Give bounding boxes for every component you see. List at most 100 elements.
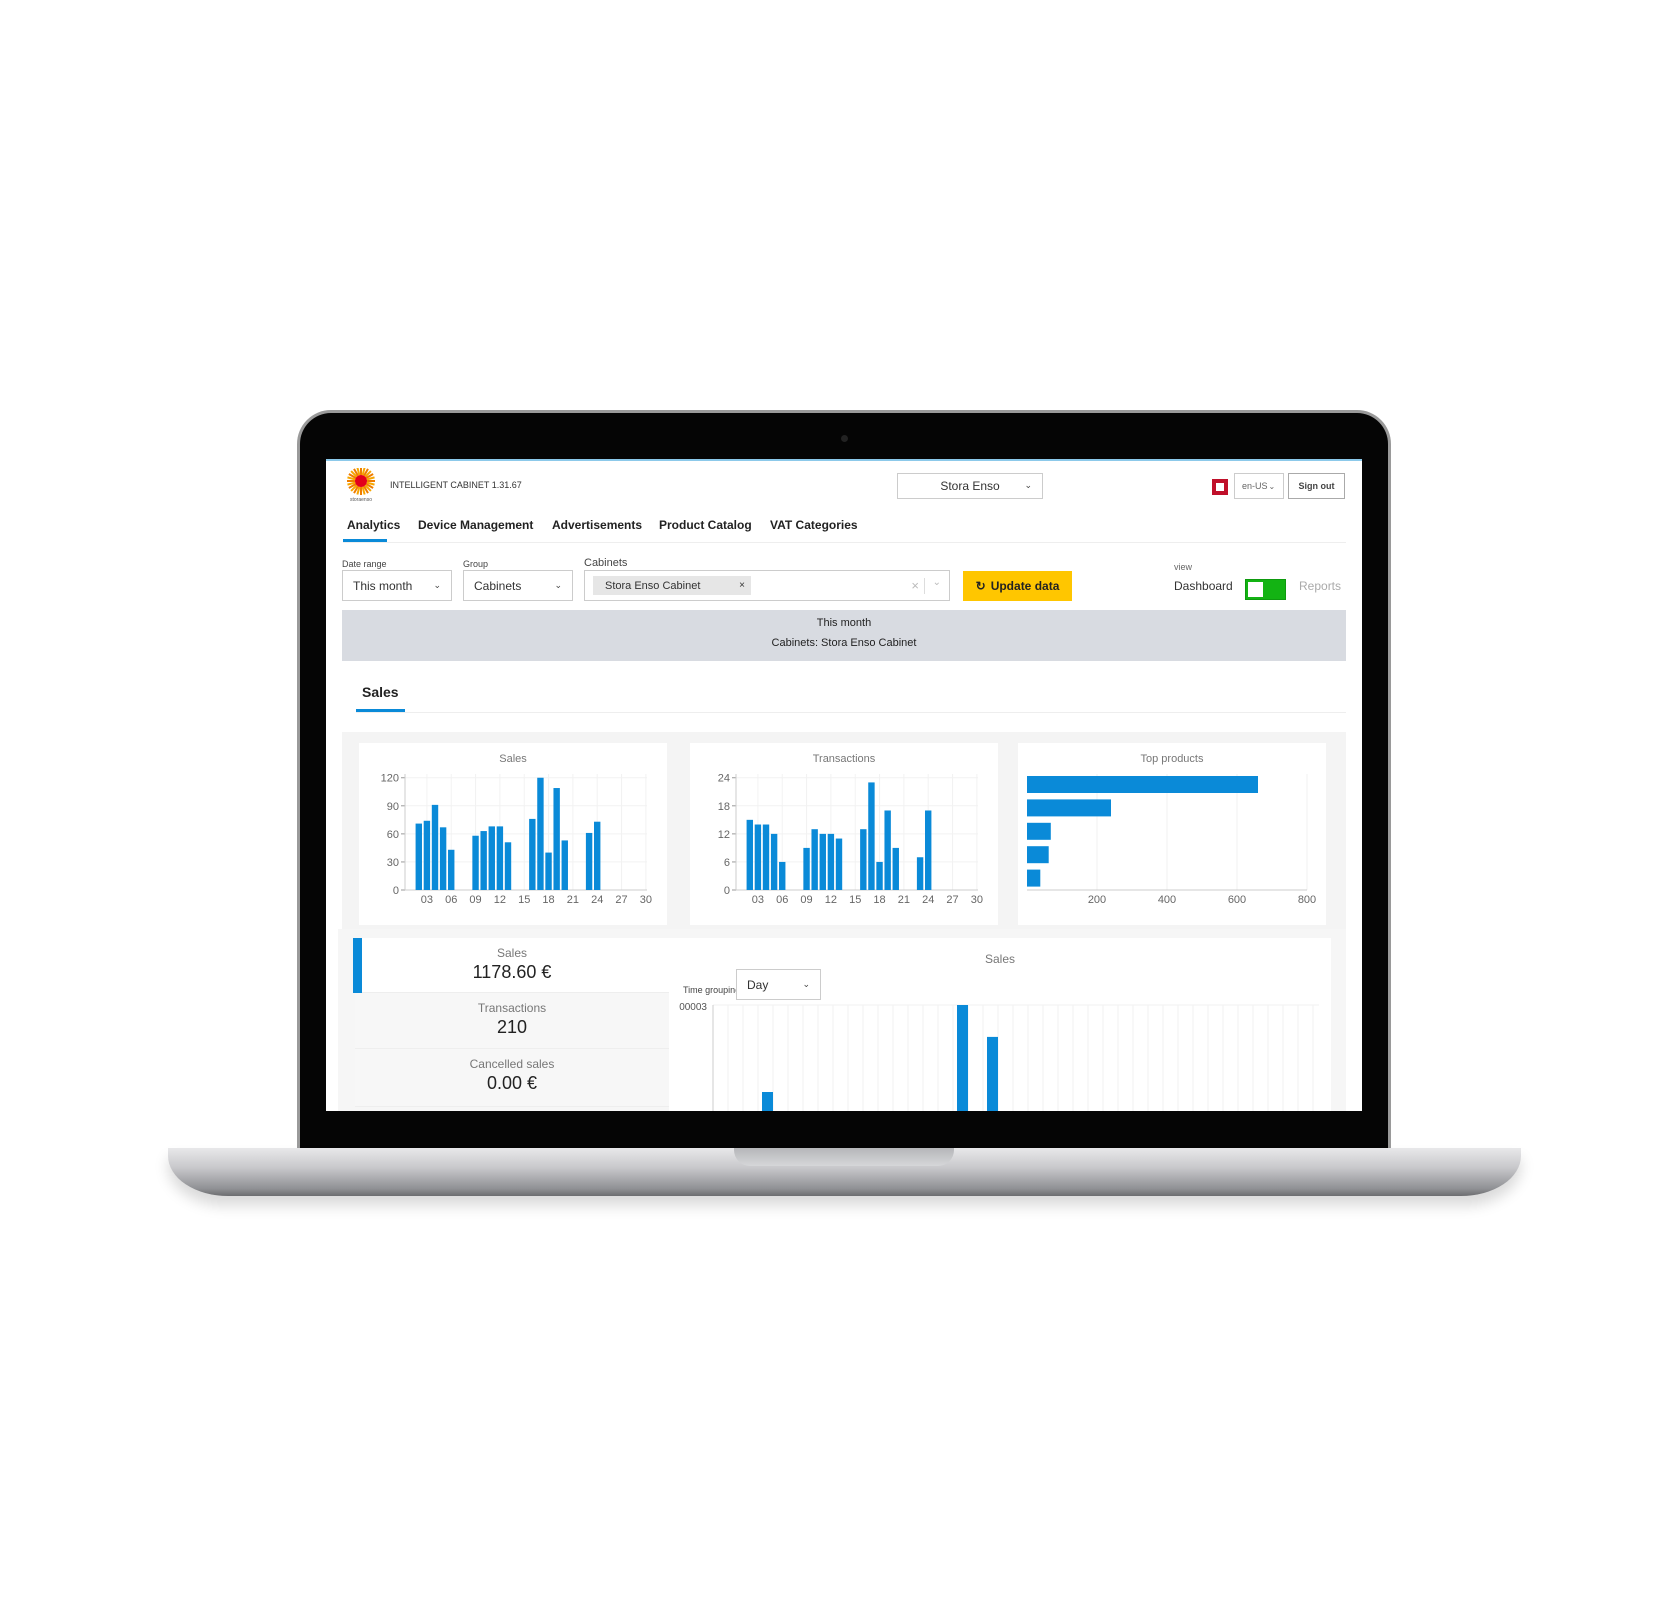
view-dashboard-label[interactable]: Dashboard [1174,579,1233,593]
bar [553,788,560,890]
tab-sales[interactable]: Sales [362,684,399,700]
bar [1027,822,1051,840]
bar [884,810,891,890]
y-tick-label: 18 [718,801,730,813]
x-tick-label: 200 [1088,894,1106,906]
bar [480,831,487,890]
x-tick-label: 18 [542,894,554,906]
group-label: Group [463,559,489,569]
x-tick-label: 03 [421,894,433,906]
bar [1027,799,1111,817]
detail-title: Sales [984,952,1016,966]
y-tick-label: 0 [724,885,730,897]
y-tick-label: 6 [724,857,730,869]
bar [1027,776,1258,793]
chevron-down-icon[interactable]: ⌄ [933,577,941,588]
remove-chip-icon[interactable]: × [739,580,745,591]
update-data-button[interactable]: ↻ Update data [963,571,1072,601]
cabinets-multiselect[interactable]: Stora Enso Cabinet × × ⌄ [584,570,950,601]
y-tick-label: 90 [387,801,399,813]
stora-enso-logo: storaenso [347,468,375,502]
bar [827,833,835,890]
bar [835,838,843,890]
bar [987,1036,998,1111]
nav-divider [343,542,1346,543]
y-tick-label: 00003 [679,1002,707,1013]
stat-value: 0.00 € [486,1073,538,1093]
bar [754,824,762,890]
bar [746,819,753,890]
x-tick-label: 24 [591,894,603,906]
x-tick-label: 06 [445,894,457,906]
date-range-select[interactable]: This month ⌄ [342,570,452,601]
chevron-down-icon: ⌄ [1268,481,1276,491]
x-tick-label: 400 [1158,894,1176,906]
bar [496,826,504,890]
group-select[interactable]: Cabinets ⌄ [463,570,573,601]
y-tick-label: 0 [393,885,399,897]
flag-icon[interactable] [1211,478,1229,496]
stat-cancelled-sales[interactable]: Cancelled sales 0.00 € [355,1049,669,1107]
time-grouping-select[interactable]: Day ⌄ [736,969,821,1000]
clear-icon[interactable]: × [911,578,919,593]
stat-label: Sales [496,946,528,960]
bar [916,857,924,890]
language-select[interactable]: en-US ⌄ [1234,473,1284,499]
bar [472,835,479,890]
x-tick-label: 30 [640,894,652,906]
bar [860,829,867,890]
bar [811,829,818,890]
tab-analytics[interactable]: Analytics [347,518,400,532]
camera [841,435,848,442]
tab-device-management[interactable]: Device Management [418,518,533,532]
bar [545,852,552,890]
tab-vat-categories[interactable]: VAT Categories [770,518,858,532]
active-stat-indicator [353,938,362,993]
bar [770,833,778,890]
view-toggle[interactable] [1245,579,1286,600]
x-tick-label: 12 [825,894,837,906]
chart-title: Sales [499,753,527,765]
time-grouping-label: Time grouping [683,985,741,995]
bar [803,847,810,890]
tab-advertisements[interactable]: Advertisements [552,518,642,532]
sales-detail-card: Sales Time grouping Day ⌄ 00003 [669,938,1331,1111]
bar [892,847,899,890]
y-tick-label: 120 [381,773,399,785]
view-reports-label[interactable]: Reports [1299,579,1341,593]
chevron-down-icon: ⌄ [554,579,562,590]
chart-title: Transactions [813,753,876,765]
section-divider [356,712,1346,713]
org-select-value: Stora Enso [940,479,1000,493]
cabinet-chip-label: Stora Enso Cabinet [605,579,701,592]
banner-cabinets: Cabinets: Stora Enso Cabinet [771,637,917,649]
chevron-down-icon: ⌄ [802,978,810,989]
bar [1027,869,1041,887]
bar [762,1092,773,1111]
bar [779,861,786,890]
x-tick-label: 09 [800,894,812,906]
svg-text:storaenso: storaenso [350,497,372,502]
sales-chart: Sales 03 06 09 12 15 18 21 24 27 30 0 30 60 90 120 [359,743,667,925]
x-tick-label: 21 [567,894,579,906]
sign-out-button[interactable]: Sign out [1288,473,1345,499]
x-tick-label: 27 [615,894,627,906]
banner-date: This month [816,617,872,629]
x-tick-label: 15 [849,894,861,906]
org-select[interactable]: Stora Enso ⌄ [897,473,1043,499]
x-tick-label: 06 [776,894,788,906]
stat-sales[interactable]: Sales 1178.60 € [355,938,669,993]
y-tick-label: 60 [387,829,399,841]
x-tick-label: 03 [752,894,764,906]
chevron-down-icon: ⌄ [1024,479,1032,490]
stat-label: Transactions [477,1001,547,1015]
bar [448,849,455,890]
x-tick-label: 600 [1228,894,1246,906]
sales-detail-chart: 00003 [679,1002,1319,1111]
tab-product-catalog[interactable]: Product Catalog [659,518,752,532]
stat-transactions[interactable]: Transactions 210 [355,993,669,1049]
toggle-knob [1248,582,1263,597]
bar [957,1005,968,1111]
bar [423,820,431,890]
x-tick-label: 18 [873,894,885,906]
